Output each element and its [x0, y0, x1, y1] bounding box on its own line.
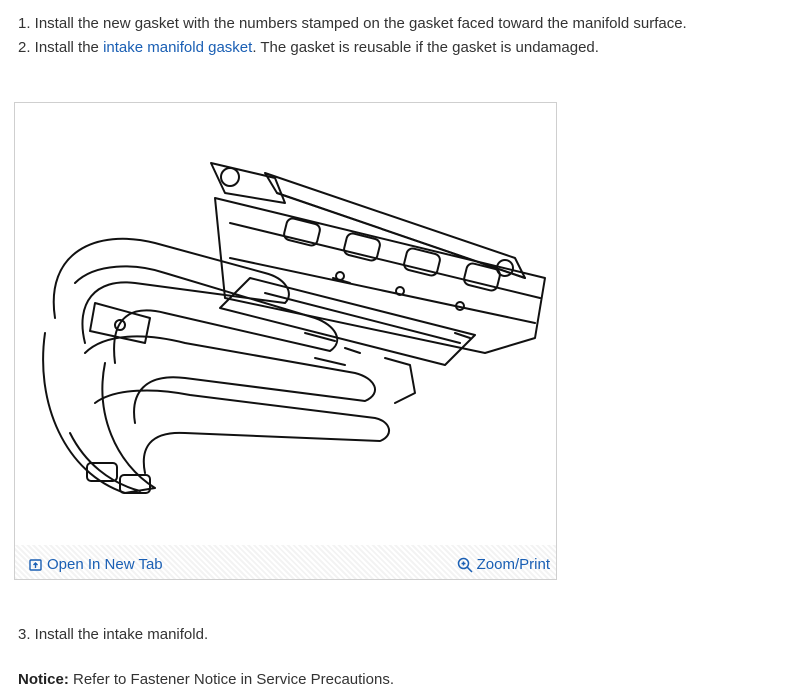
step-1-text: 1. Install the new gasket with the numbe…	[18, 15, 687, 32]
step-2-text: 2. Install the intake manifold gasket. T…	[18, 38, 599, 58]
intake-manifold-gasket-link[interactable]: intake manifold gasket	[103, 39, 252, 56]
notice-text: Notice: Refer to Fastener Notice in Serv…	[18, 670, 394, 690]
zoom-print-link[interactable]: Zoom/Print	[457, 556, 550, 573]
open-in-new-tab-label: Open In New Tab	[47, 556, 163, 573]
zoom-print-label: Zoom/Print	[476, 556, 550, 573]
step-2-prefix: 2. Install the	[18, 39, 104, 56]
open-new-tab-icon	[29, 558, 43, 572]
open-in-new-tab-link[interactable]: Open In New Tab	[29, 556, 163, 573]
notice-label: Notice:	[18, 671, 69, 688]
diagram-figure: Open In New Tab Zoom/Print	[14, 102, 557, 580]
step-2-suffix: . The gasket is reusable if the gasket i…	[252, 39, 599, 56]
step-3-text: 3. Install the intake manifold.	[18, 626, 209, 643]
intake-manifold-illustration	[42, 162, 546, 494]
notice-body: Refer to Fastener Notice in Service Prec…	[68, 671, 394, 688]
zoom-icon	[457, 557, 473, 573]
